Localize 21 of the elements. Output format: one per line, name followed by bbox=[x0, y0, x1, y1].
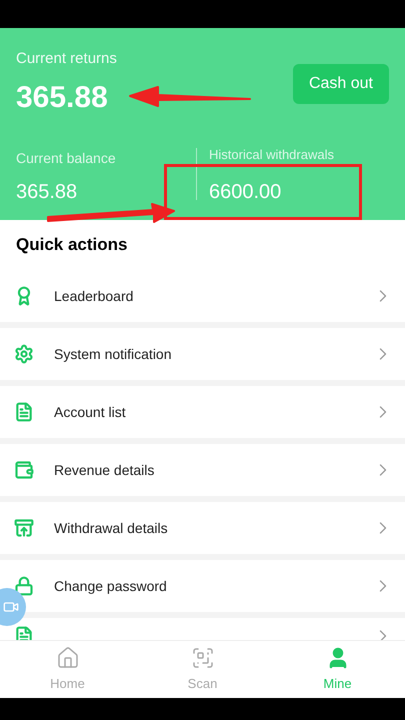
upload-box-icon bbox=[14, 518, 34, 538]
gear-icon bbox=[14, 344, 34, 364]
menu-item[interactable]: Leaderboard bbox=[0, 270, 405, 322]
document-icon bbox=[14, 402, 34, 422]
menu-item[interactable]: Revenue details bbox=[0, 444, 405, 496]
withdrawals-label: Historical withdrawals bbox=[209, 148, 334, 160]
balance-label: Current balance bbox=[16, 148, 117, 168]
home-icon bbox=[56, 646, 80, 670]
section-title: Quick actions bbox=[16, 234, 128, 256]
menu-item[interactable]: Account list bbox=[0, 386, 405, 438]
balance-value: 365.88 bbox=[16, 180, 78, 204]
qr-code-icon bbox=[190, 646, 214, 670]
wallet-icon bbox=[14, 460, 34, 480]
returns-label: Current returns bbox=[16, 49, 117, 69]
menu-item[interactable]: Change password bbox=[0, 560, 405, 612]
menu-item[interactable]: System notification bbox=[0, 328, 405, 380]
withdrawals-value: 6600.00 bbox=[209, 180, 282, 204]
lock-icon bbox=[14, 576, 34, 596]
document-icon bbox=[14, 626, 34, 640]
menu-item[interactable]: Withdrawal details bbox=[0, 502, 405, 554]
returns-value: 365.88 bbox=[16, 80, 109, 116]
